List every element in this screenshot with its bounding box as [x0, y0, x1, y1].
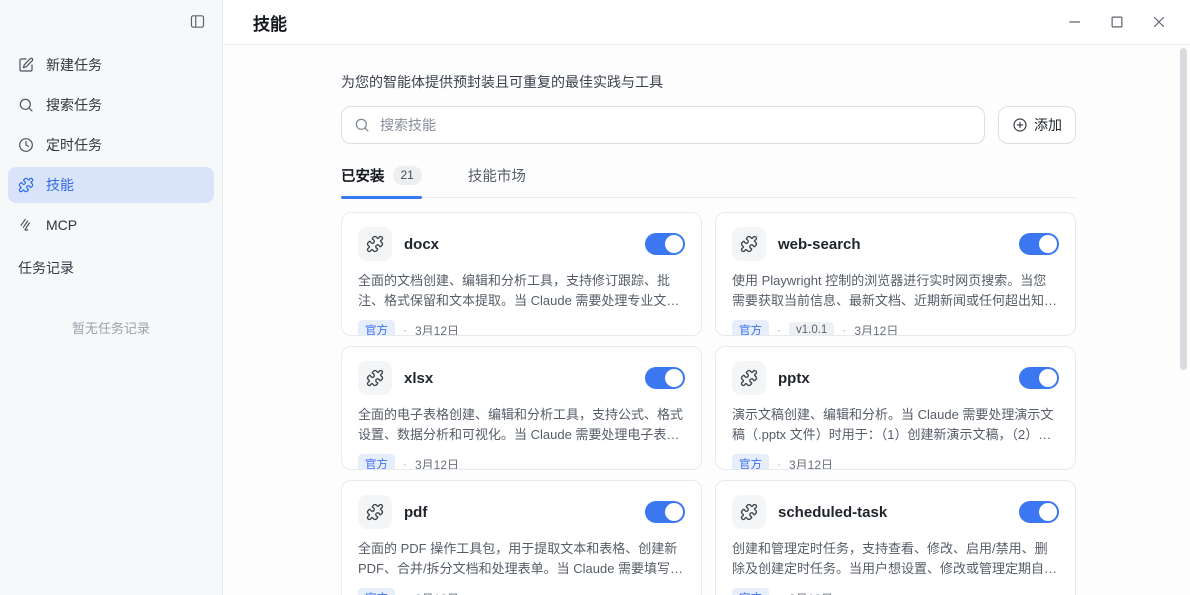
vertical-scrollbar-thumb[interactable]	[1180, 48, 1187, 370]
skill-description: 全面的电子表格创建、编辑和分析工具，支持公式、格式设置、数据分析和可视化。当 C…	[358, 405, 685, 445]
separator-dot: ·	[842, 323, 846, 336]
search-skills-input[interactable]	[341, 106, 985, 144]
skill-title: docx	[404, 236, 439, 253]
minimize-icon	[1066, 13, 1084, 31]
sidebar-item-scheduled-task[interactable]: 定时任务	[8, 127, 214, 163]
close-button[interactable]	[1146, 9, 1172, 35]
add-skill-button[interactable]: 添加	[998, 106, 1076, 144]
close-icon	[1150, 13, 1168, 31]
separator-dot: ·	[403, 591, 407, 595]
official-badge: 官方	[358, 588, 395, 595]
circle-plus-icon	[1012, 117, 1028, 133]
sidebar-item-label: 定时任务	[46, 135, 102, 155]
skills-content: 为您的智能体提供预封装且可重复的最佳实践与工具 添加 已安装 21 技能市场	[341, 72, 1076, 595]
page-title: 技能	[253, 10, 287, 35]
skill-date: 3月12日	[415, 456, 459, 470]
puzzle-icon	[358, 361, 392, 395]
skill-toggle[interactable]	[645, 233, 685, 255]
sidebar-item-mcp[interactable]: MCP	[8, 207, 214, 243]
main-area: 技能 为您的智能体提供预封装且可重复的最佳实践与工具 添加	[223, 0, 1190, 595]
panel-left-icon	[189, 13, 206, 30]
separator-dot: ·	[777, 591, 781, 595]
skill-title: pptx	[778, 370, 810, 387]
mcp-icon	[18, 217, 34, 233]
title-bar: 技能	[223, 0, 1190, 45]
separator-dot: ·	[403, 323, 407, 336]
skill-date: 3月12日	[789, 456, 833, 470]
official-badge: 官方	[732, 320, 769, 336]
official-badge: 官方	[732, 588, 769, 595]
puzzle-icon	[732, 495, 766, 529]
skill-toggle[interactable]	[645, 367, 685, 389]
clock-icon	[18, 137, 34, 153]
skill-toggle[interactable]	[1019, 367, 1059, 389]
skill-toggle[interactable]	[1019, 233, 1059, 255]
tab-installed[interactable]: 已安装 21	[341, 165, 422, 197]
task-history-empty-text: 暂无任务记录	[0, 318, 222, 337]
skill-title: xlsx	[404, 370, 433, 387]
skill-toggle[interactable]	[645, 501, 685, 523]
skill-card-xlsx[interactable]: xlsx 全面的电子表格创建、编辑和分析工具，支持公式、格式设置、数据分析和可视…	[341, 346, 702, 470]
skills-description: 为您的智能体提供预封装且可重复的最佳实践与工具	[341, 72, 1076, 92]
skill-description: 全面的文档创建、编辑和分析工具，支持修订跟踪、批注、格式保留和文本提取。当 Cl…	[358, 271, 685, 311]
skill-card-docx[interactable]: docx 全面的文档创建、编辑和分析工具，支持修订跟踪、批注、格式保留和文本提取…	[341, 212, 702, 336]
skill-card-web-search[interactable]: web-search 使用 Playwright 控制的浏览器进行实时网页搜索。…	[715, 212, 1076, 336]
skill-date: 3月12日	[415, 322, 459, 336]
skill-description: 全面的 PDF 操作工具包，用于提取文本和表格、创建新 PDF、合并/拆分文档和…	[358, 539, 685, 579]
skills-grid: docx 全面的文档创建、编辑和分析工具，支持修订跟踪、批注、格式保留和文本提取…	[341, 212, 1076, 595]
skill-date: 3月12日	[789, 590, 833, 595]
skills-tabs: 已安装 21 技能市场	[341, 165, 1076, 198]
search-icon	[354, 117, 370, 133]
separator-dot: ·	[777, 323, 781, 336]
version-badge: v1.0.1	[789, 322, 834, 336]
puzzle-icon	[358, 227, 392, 261]
sidebar-item-skills[interactable]: 技能	[8, 167, 214, 203]
sidebar-nav: 新建任务 搜索任务 定时任务 技能 MCP	[0, 44, 222, 247]
sidebar-item-search-task[interactable]: 搜索任务	[8, 87, 214, 123]
skill-title: pdf	[404, 504, 427, 521]
official-badge: 官方	[358, 454, 395, 470]
skill-title: web-search	[778, 236, 861, 253]
skill-description: 创建和管理定时任务，支持查看、修改、启用/禁用、删除及创建定时任务。当用户想设置…	[732, 539, 1059, 579]
skill-toggle[interactable]	[1019, 501, 1059, 523]
add-skill-label: 添加	[1034, 115, 1062, 135]
puzzle-icon	[732, 361, 766, 395]
search-icon	[18, 97, 34, 113]
skill-date: 3月12日	[854, 322, 898, 336]
official-badge: 官方	[732, 454, 769, 470]
puzzle-icon	[18, 177, 34, 193]
maximize-icon	[1108, 13, 1126, 31]
skill-card-pptx[interactable]: pptx 演示文稿创建、编辑和分析。当 Claude 需要处理演示文稿（.ppt…	[715, 346, 1076, 470]
sidebar-item-new-task[interactable]: 新建任务	[8, 47, 214, 83]
window-controls	[1062, 9, 1172, 35]
separator-dot: ·	[403, 457, 407, 470]
maximize-button[interactable]	[1104, 9, 1130, 35]
sidebar: 新建任务 搜索任务 定时任务 技能 MCP 任务记录 暂无任务记录	[0, 0, 223, 595]
skill-card-pdf[interactable]: pdf 全面的 PDF 操作工具包，用于提取文本和表格、创建新 PDF、合并/拆…	[341, 480, 702, 595]
sidebar-collapse-button[interactable]	[187, 11, 208, 32]
skill-description: 演示文稿创建、编辑和分析。当 Claude 需要处理演示文稿（.pptx 文件）…	[732, 405, 1059, 445]
skill-title: scheduled-task	[778, 504, 887, 521]
sidebar-item-label: MCP	[46, 217, 77, 233]
separator-dot: ·	[777, 457, 781, 470]
tab-marketplace[interactable]: 技能市场	[468, 165, 526, 197]
tab-installed-label: 已安装	[341, 165, 385, 186]
skill-date: 3月12日	[415, 590, 459, 595]
puzzle-icon	[732, 227, 766, 261]
task-history-section-label[interactable]: 任务记录	[0, 247, 222, 280]
sidebar-item-label: 技能	[46, 175, 74, 195]
sidebar-item-label: 搜索任务	[46, 95, 102, 115]
installed-count-badge: 21	[393, 166, 422, 186]
skill-description: 使用 Playwright 控制的浏览器进行实时网页搜索。当您需要获取当前信息、…	[732, 271, 1059, 311]
sidebar-item-label: 新建任务	[46, 55, 102, 75]
skill-card-scheduled-task[interactable]: scheduled-task 创建和管理定时任务，支持查看、修改、启用/禁用、删…	[715, 480, 1076, 595]
puzzle-icon	[358, 495, 392, 529]
minimize-button[interactable]	[1062, 9, 1088, 35]
edit-icon	[18, 57, 34, 73]
tab-marketplace-label: 技能市场	[468, 165, 526, 186]
official-badge: 官方	[358, 320, 395, 336]
